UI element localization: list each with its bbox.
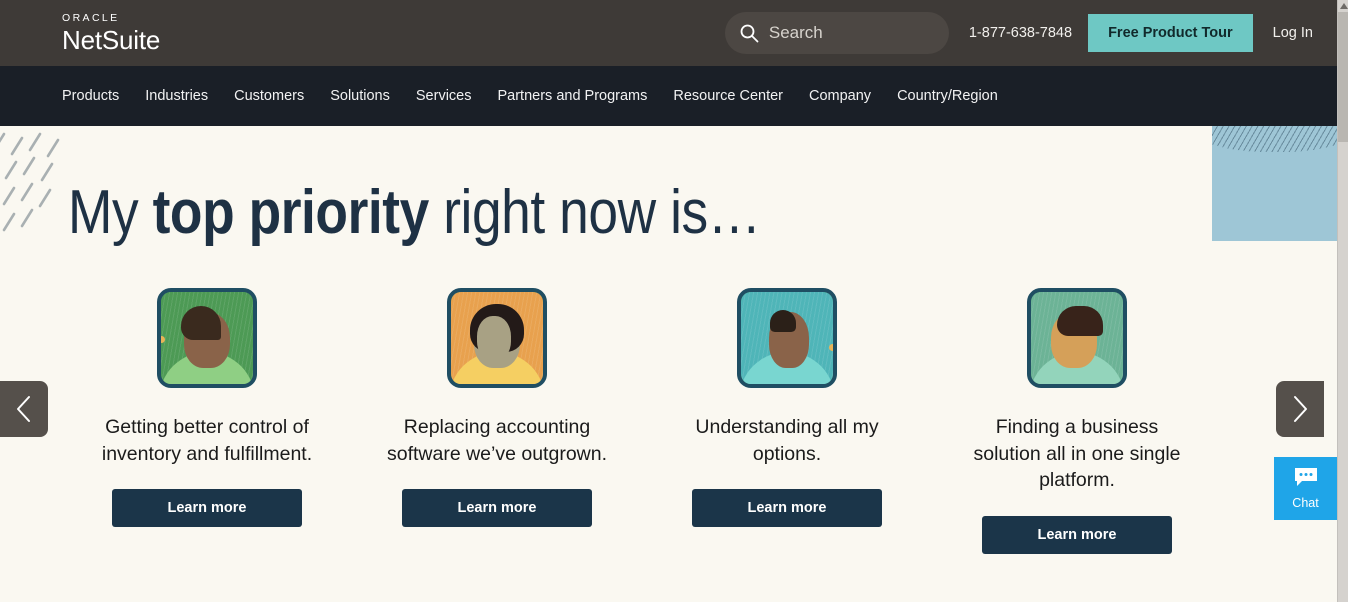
avatar <box>1027 288 1127 388</box>
avatar <box>447 288 547 388</box>
chat-widget-label: Chat <box>1292 496 1319 510</box>
logo-netsuite-text: NetSuite <box>62 25 161 56</box>
learn-more-button[interactable]: Learn more <box>402 489 592 528</box>
carousel-prev-button[interactable] <box>0 381 48 437</box>
headline-suffix: right now is… <box>428 178 761 247</box>
nav-item-solutions[interactable]: Solutions <box>330 88 390 104</box>
chevron-left-icon <box>15 394 33 424</box>
learn-more-button[interactable]: Learn more <box>982 515 1172 554</box>
page-title: My top priority right now is… <box>68 182 761 244</box>
top-utility-bar: ORACLE NetSuite Search 1-877-638-7848 Fr… <box>0 0 1337 66</box>
nav-item-country-region[interactable]: Country/Region <box>897 88 998 104</box>
priority-card-list: Getting better control of inventory and … <box>62 288 1222 554</box>
search-input[interactable]: Search <box>724 12 949 54</box>
phone-number-link[interactable]: 1-877-638-7848 <box>969 25 1072 41</box>
priority-card-text: Getting better control of inventory and … <box>101 416 313 465</box>
priority-card-text: Finding a business solution all in one s… <box>973 416 1181 492</box>
free-product-tour-button[interactable]: Free Product Tour <box>1088 14 1253 52</box>
chat-widget-button[interactable]: Chat <box>1274 457 1337 520</box>
chevron-right-icon <box>1291 394 1309 424</box>
avatar <box>737 288 837 388</box>
main-navigation: Products Industries Customers Solutions … <box>0 66 1337 126</box>
priority-card: Replacing accounting software we’ve outg… <box>352 288 642 554</box>
nav-item-services[interactable]: Services <box>416 88 472 104</box>
nav-item-resource-center[interactable]: Resource Center <box>673 88 783 104</box>
nav-item-partners[interactable]: Partners and Programs <box>497 88 647 104</box>
priority-card: Getting better control of inventory and … <box>62 288 352 554</box>
priority-card: Understanding all my options. Learn more <box>642 288 932 554</box>
headline-prefix: My <box>68 178 153 247</box>
headline-emphasis: top priority <box>152 178 430 247</box>
avatar <box>157 288 257 388</box>
nav-item-company[interactable]: Company <box>809 88 871 104</box>
page-root: ORACLE NetSuite Search 1-877-638-7848 Fr… <box>0 0 1348 602</box>
search-placeholder-text: Search <box>768 23 823 42</box>
carousel-next-button[interactable] <box>1276 381 1324 437</box>
oracle-netsuite-logo[interactable]: ORACLE NetSuite <box>62 13 160 54</box>
scrollbar-up-arrow[interactable] <box>1338 0 1348 12</box>
priority-card: Finding a business solution all in one s… <box>932 288 1222 554</box>
decorative-shape-right <box>1212 126 1337 241</box>
login-link[interactable]: Log In <box>1273 25 1313 41</box>
priority-card-text: Replacing accounting software we’ve outg… <box>386 416 608 465</box>
priority-card-text: Understanding all my options. <box>695 416 879 465</box>
search-icon <box>739 23 759 43</box>
page-scrollbar[interactable] <box>1337 0 1348 602</box>
nav-item-industries[interactable]: Industries <box>145 88 208 104</box>
learn-more-button[interactable]: Learn more <box>692 489 882 528</box>
chat-bubble-icon <box>1293 467 1319 492</box>
nav-item-customers[interactable]: Customers <box>234 88 304 104</box>
scrollbar-thumb[interactable] <box>1338 12 1348 142</box>
hero-section: My top priority right now is… Getting be… <box>0 126 1337 602</box>
logo-oracle-text: ORACLE <box>62 11 120 24</box>
nav-item-products[interactable]: Products <box>62 88 119 104</box>
learn-more-button[interactable]: Learn more <box>112 489 302 528</box>
